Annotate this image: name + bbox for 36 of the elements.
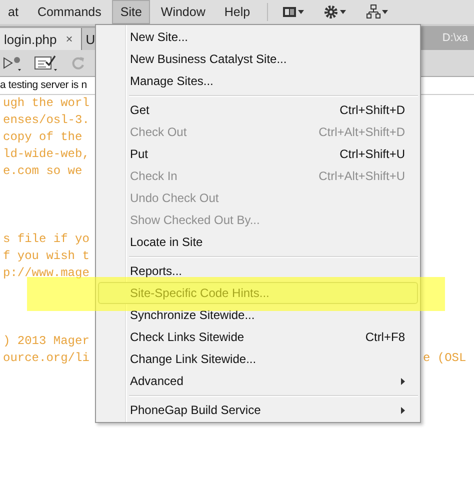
menu-item[interactable]: New Site... xyxy=(98,26,418,48)
menu-item[interactable]: Help xyxy=(216,0,258,24)
shortcut-label: Ctrl+Shift+U xyxy=(340,147,405,161)
shortcut-label: Ctrl+Shift+D xyxy=(340,103,405,117)
info-message: a testing server is n xyxy=(0,79,87,91)
menu-item[interactable]: Change Link Sitewide... xyxy=(98,348,418,370)
menu-item[interactable]: Commands xyxy=(29,0,110,24)
code-line: f you wish t xyxy=(3,248,90,265)
menu-item[interactable]: Put Ctrl+Shift+U xyxy=(98,143,418,165)
shortcut-label: Ctrl+Alt+Shift+D xyxy=(318,125,405,139)
shortcut-label: Ctrl+Alt+Shift+U xyxy=(318,169,405,183)
menu-item[interactable]: Manage Sites... xyxy=(98,70,418,92)
menu-item[interactable]: Reports... xyxy=(98,260,418,282)
code-line: ource.org/li xyxy=(3,350,90,367)
code-line: p://www.mage xyxy=(3,265,90,282)
code-line: copy of the xyxy=(3,129,84,146)
menu-item[interactable]: Window xyxy=(152,0,214,24)
code-line: e (OSL xyxy=(423,350,466,367)
shortcut-label: Ctrl+F8 xyxy=(365,330,405,344)
menu-item[interactable]: Get Ctrl+Shift+D xyxy=(98,99,418,121)
file-path: D:\xa xyxy=(442,32,468,44)
document-tab[interactable]: login.php × xyxy=(0,28,82,50)
close-icon[interactable]: × xyxy=(66,32,73,46)
menu-item[interactable]: Check Links Sitewide Ctrl+F8 xyxy=(98,326,418,348)
menu-item[interactable]: Synchronize Sitewide... xyxy=(98,304,418,326)
code-line: ld-wide-web, xyxy=(3,146,90,163)
menu-item[interactable]: Advanced xyxy=(98,370,418,392)
code-line: s file if yo xyxy=(3,231,90,248)
code-line: enses/osl-3. xyxy=(3,112,90,129)
code-line: e.com so we xyxy=(3,163,84,180)
menu-item[interactable]: PhoneGap Build Service xyxy=(98,399,418,421)
code-line: ) 2013 Mager xyxy=(3,333,90,350)
code-line: ugh the worl xyxy=(3,95,90,112)
menu-item[interactable]: Site xyxy=(112,0,150,24)
menu-item[interactable]: Locate in Site xyxy=(98,231,418,253)
menu-item[interactable]: at xyxy=(0,0,26,24)
